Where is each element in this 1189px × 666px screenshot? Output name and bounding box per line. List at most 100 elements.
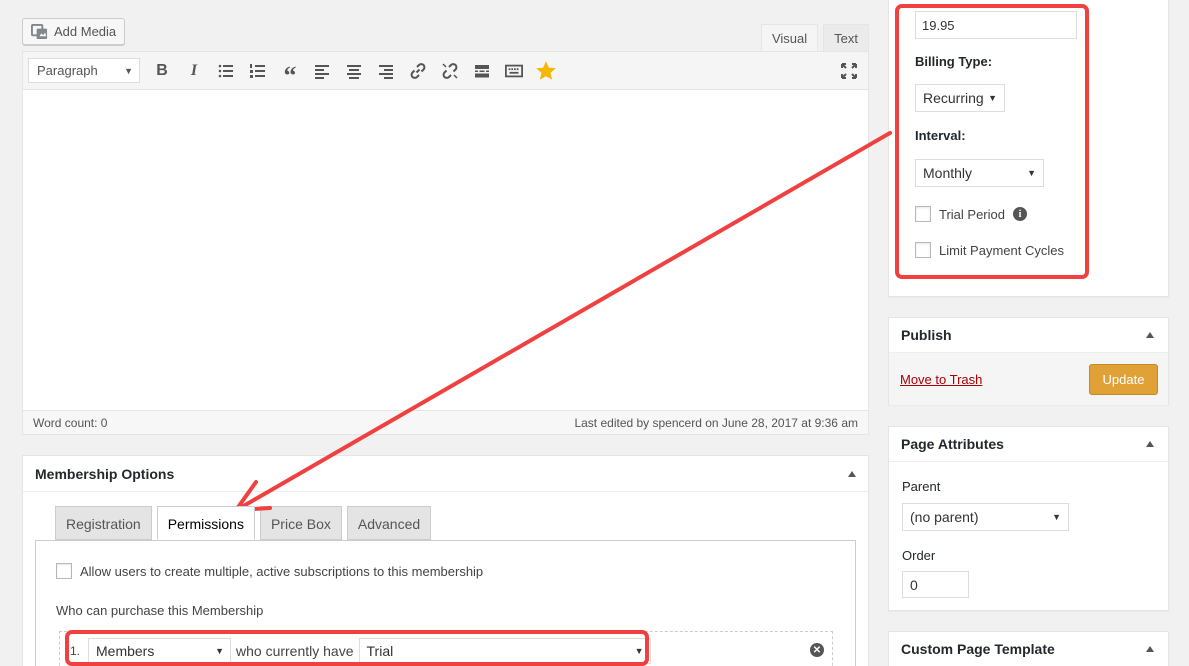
custom-template-title: Custom Page Template [901,641,1055,657]
permissions-panel: Allow users to create multiple, active s… [35,540,856,666]
custom-template-box: Custom Page Template [888,631,1169,666]
move-to-trash-link[interactable]: Move to Trash [900,372,982,387]
align-right-icon [379,64,393,79]
allow-multiple-option[interactable]: Allow users to create multiple, active s… [56,563,483,579]
quote-icon: “ [283,60,297,90]
publish-title: Publish [901,327,952,343]
membership-options-header[interactable]: Membership Options [23,456,868,492]
allow-multiple-label: Allow users to create multiple, active s… [80,563,484,579]
chevron-down-icon: ▼ [1052,512,1061,522]
collapse-arrow-icon[interactable] [1146,332,1154,338]
align-right-button[interactable] [370,56,402,86]
custom-template-header[interactable]: Custom Page Template [889,632,1168,666]
collapse-arrow-icon[interactable] [1146,646,1154,652]
format-select-value: Paragraph [37,63,98,78]
bullet-list-icon [218,64,233,77]
trial-period-label: Trial Period [939,206,1005,222]
trial-period-option[interactable]: Trial Period i [915,206,1027,222]
who-can-purchase-label: Who can purchase this Membership [56,603,264,618]
tab-visual[interactable]: Visual [760,24,819,52]
editor-status-bar: Word count: 0 Last edited by spencerd on… [23,410,868,434]
word-count: Word count: 0 [33,415,108,430]
editor-toolbar: Paragraph ▼ B I “ [23,52,868,90]
rule-user-type-select[interactable]: Members ▼ [88,638,231,664]
allow-multiple-checkbox[interactable] [56,563,72,579]
interval-value: Monthly [923,165,973,181]
remove-link-button[interactable] [434,56,466,86]
align-left-icon [315,64,329,79]
price-input[interactable]: 19.95 [915,11,1077,39]
billing-type-value: Recurring [923,90,984,106]
remove-rule-icon[interactable]: ✕ [810,643,824,657]
last-edited: Last edited by spencerd on June 28, 2017… [574,415,858,430]
billing-type-label: Billing Type: [915,54,993,69]
rule-connector-text: who currently have [236,643,354,659]
link-icon [410,62,426,79]
page-attributes-box: Page Attributes Parent (no parent) ▼ Ord… [888,426,1169,611]
chevron-down-icon: ▼ [215,646,224,656]
align-left-button[interactable] [306,56,338,86]
keyboard-icon [505,64,523,77]
parent-select[interactable]: (no parent) ▼ [902,503,1069,531]
tab-price-box[interactable]: Price Box [259,506,342,540]
collapse-arrow-icon[interactable] [848,470,856,477]
tab-advanced[interactable]: Advanced [346,506,432,540]
distraction-free-button[interactable] [838,60,860,82]
interval-select[interactable]: Monthly ▼ [915,159,1044,187]
trial-period-checkbox[interactable] [915,206,931,222]
publish-box: Publish Move to Trash Update [888,317,1169,405]
rule-number: 1. [70,644,81,658]
rule-status-select[interactable]: Trial ▼ [358,638,651,664]
bullet-list-button[interactable] [210,56,242,86]
toolbar-toggle-button[interactable] [498,56,530,86]
order-label: Order [902,548,936,563]
tab-permissions[interactable]: Permissions [156,506,255,540]
unlink-icon [442,62,458,79]
chevron-down-icon: ▼ [1027,168,1036,178]
price-settings-box: 19.95 Billing Type: Recurring ▼ Interval… [888,0,1169,297]
chevron-down-icon: ▼ [988,93,997,103]
limit-cycles-checkbox[interactable] [915,242,931,258]
add-media-icon [31,23,48,40]
parent-value: (no parent) [910,509,979,525]
publish-actions: Move to Trash Update [889,353,1168,405]
limit-cycles-option[interactable]: Limit Payment Cycles [915,242,1064,258]
publish-header[interactable]: Publish [889,318,1168,353]
membership-options-title: Membership Options [35,465,175,482]
fullscreen-icon [841,63,857,79]
purchase-rule-row: 1. Members ▼ who currently have Trial ▼ … [59,631,833,666]
rule-user-type-value: Members [96,643,155,659]
billing-type-select[interactable]: Recurring ▼ [915,84,1005,112]
bold-button[interactable]: B [146,56,178,86]
rule-status-value: Trial [366,643,394,659]
italic-icon: I [190,61,198,79]
numbered-list-icon [250,63,265,78]
star-button[interactable] [530,56,562,86]
add-media-button[interactable]: Add Media [22,18,125,45]
star-icon [536,60,556,80]
blockquote-button[interactable]: “ [274,56,306,90]
update-button[interactable]: Update [1089,363,1158,395]
italic-button[interactable]: I [178,56,210,86]
numbered-list-button[interactable] [242,56,274,86]
editor-content-area[interactable] [23,90,868,412]
align-center-button[interactable] [338,56,370,86]
bold-icon: B [156,61,168,79]
content-editor: Paragraph ▼ B I “ Word count: 0 Last edi… [22,51,869,435]
tab-registration[interactable]: Registration [55,506,152,540]
chevron-down-icon: ▼ [634,646,644,656]
read-more-button[interactable] [466,56,498,86]
format-select[interactable]: Paragraph ▼ [28,58,140,83]
tab-text[interactable]: Text [823,24,869,52]
order-input[interactable]: 0 [902,571,969,598]
read-more-icon [475,64,489,77]
align-center-icon [347,64,361,79]
info-icon[interactable]: i [1012,207,1027,221]
collapse-arrow-icon[interactable] [1146,441,1154,447]
interval-label: Interval: [915,128,966,143]
add-media-label: Add Media [54,24,117,39]
chevron-down-icon: ▼ [124,65,133,76]
page-attributes-header[interactable]: Page Attributes [889,427,1168,462]
insert-link-button[interactable] [402,56,434,86]
editor-mode-tabs: Visual Text [756,24,869,52]
